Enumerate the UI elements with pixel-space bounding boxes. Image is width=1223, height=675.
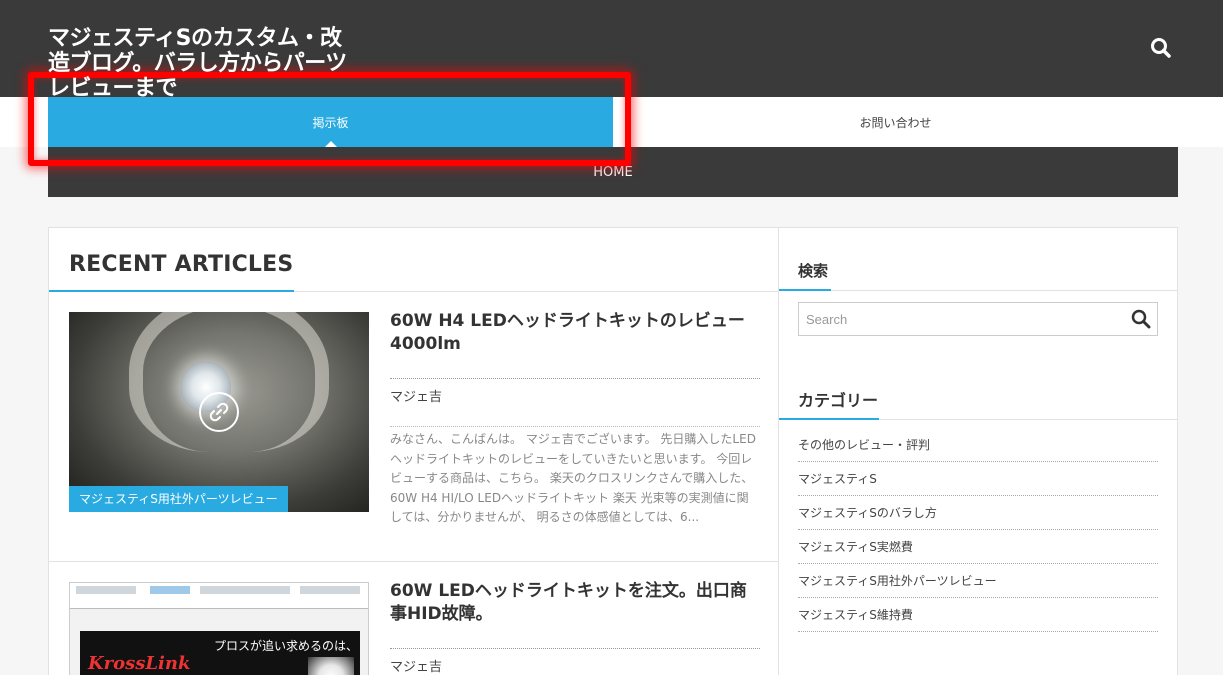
article-excerpt: みなさん、こんばんは。 マジェ吉でございます。 先日購入したLEDヘッドライトキ… — [390, 426, 760, 528]
nav-item-label: お問い合わせ — [859, 115, 932, 130]
widget-underline — [779, 289, 831, 291]
category-label[interactable]: マジェスティS用社外パーツレビュー — [69, 486, 288, 512]
sub-nav: HOME — [48, 147, 1178, 197]
article-card: KrossLink プロスが追い求めるのは、 60W LEDヘッドライトキットを… — [49, 562, 778, 675]
category-widget-title: カテゴリー — [798, 391, 879, 410]
nav-item-bbs[interactable]: 掲示板 — [48, 97, 613, 147]
article-thumbnail[interactable]: KrossLink プロスが追い求めるのは、 — [69, 582, 369, 675]
thumbnail-tagline: プロスが追い求めるのは、 — [214, 639, 359, 653]
category-item[interactable]: マジェスティS用社外パーツレビュー — [798, 564, 1158, 598]
thumbnail-brand: KrossLink — [88, 653, 191, 674]
search-submit-icon[interactable] — [1130, 308, 1152, 330]
article-title[interactable]: 60W LEDヘッドライトキットを注文。出口商事HID故障。 — [390, 580, 760, 626]
thumbnail-site-header — [70, 583, 368, 609]
search-input[interactable] — [799, 303, 1119, 335]
category-item[interactable]: マジェスティS — [798, 462, 1158, 496]
search-form — [798, 302, 1158, 336]
widget-underline — [779, 418, 879, 420]
section-title: RECENT ARTICLES — [69, 252, 294, 277]
category-widget-header: カテゴリー — [779, 382, 1177, 420]
nav-item-contact[interactable]: お問い合わせ — [613, 97, 1178, 147]
article-author[interactable]: マジェ吉 — [390, 378, 760, 405]
category-item[interactable]: マジェスティSのバラし方 — [798, 496, 1158, 530]
category-item[interactable]: その他のレビュー・評判 — [798, 428, 1158, 462]
category-list: その他のレビュー・評判 マジェスティS マジェスティSのバラし方 マジェスティS… — [798, 428, 1158, 632]
search-widget-header: 検索 — [779, 228, 1177, 291]
thumbnail-lamp-glow — [308, 657, 354, 675]
article-title[interactable]: 60W H4 LEDヘッドライトキットのレビュー 4000lm — [390, 310, 760, 356]
recent-articles: RECENT ARTICLES マジェスティS用社外パーツレビュー 60W H4… — [48, 227, 779, 675]
article-card: マジェスティS用社外パーツレビュー 60W H4 LEDヘッドライトキットのレビ… — [49, 292, 778, 562]
sidebar: 検索 カテゴリー その他のレビュー・評判 マジェスティS マジェスティSのバラし… — [778, 227, 1178, 675]
search-widget-title: 検索 — [798, 262, 829, 280]
category-item[interactable]: マジェスティS維持費 — [798, 598, 1158, 632]
site-title[interactable]: マジェスティSのカスタム・改造ブログ。バラし方からパーツレビューまで — [48, 26, 348, 101]
thumbnail-banner: KrossLink プロスが追い求めるのは、 — [80, 631, 360, 675]
article-author[interactable]: マジェ吉 — [390, 648, 760, 675]
nav-item-label: 掲示板 — [312, 115, 349, 130]
search-icon[interactable] — [1148, 35, 1174, 61]
category-item[interactable]: マジェスティS実燃費 — [798, 530, 1158, 564]
link-icon[interactable] — [199, 392, 239, 432]
section-header: RECENT ARTICLES — [49, 228, 778, 292]
sub-nav-home[interactable]: HOME — [593, 165, 632, 180]
article-thumbnail[interactable]: マジェスティS用社外パーツレビュー — [69, 312, 369, 512]
